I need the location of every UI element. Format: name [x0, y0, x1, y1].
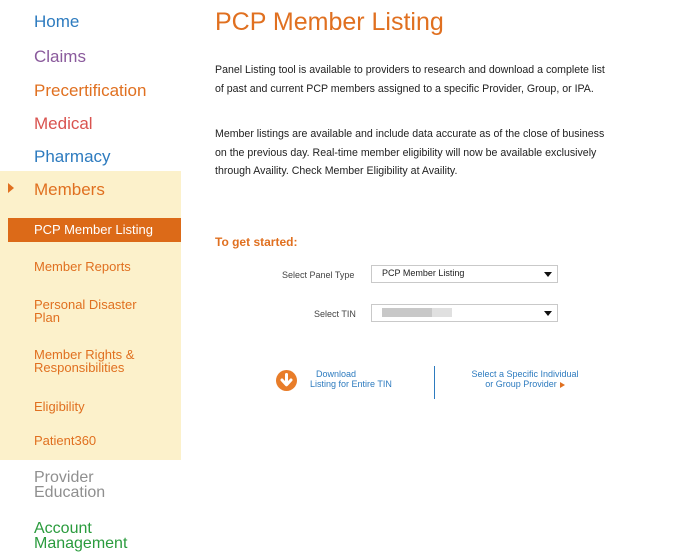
nav-provider-education[interactable]: Provider Education [34, 469, 106, 501]
get-started-heading: To get started: [215, 235, 298, 249]
tin-value-redacted [382, 308, 452, 317]
nav-pharmacy[interactable]: Pharmacy [34, 147, 111, 167]
paragraph-line: on the previous day. Real-time member el… [215, 146, 597, 159]
download-circle-icon[interactable] [276, 370, 297, 391]
nav-label-line1: Provider [34, 469, 94, 486]
paragraph-line: of past and current PCP members assigned… [215, 82, 594, 95]
sidebar-item-patient360[interactable]: Patient360 [34, 434, 96, 447]
nav-members[interactable]: Members [34, 180, 105, 200]
select-provider-line2: or Group Provider [452, 379, 598, 389]
download-listing-link[interactable]: Download Listing for Entire TIN [310, 369, 392, 389]
nav-label-line2: Education [34, 484, 106, 501]
paragraph-line: Panel Listing tool is available to provi… [215, 64, 605, 76]
select-provider-line2-text: or Group Provider [485, 379, 557, 389]
select-provider-link[interactable]: Select a Specific Individual or Group Pr… [452, 369, 598, 389]
sidebar-item-pcp-member-listing[interactable]: PCP Member Listing [8, 218, 181, 242]
panel-type-label: Select Panel Type [282, 270, 355, 280]
tin-label: Select TIN [314, 309, 356, 319]
page-title: PCP Member Listing [215, 8, 444, 36]
paragraph-line: through Availity. Check Member Eligibili… [215, 165, 458, 177]
triangle-right-icon [8, 183, 14, 193]
eligibility-paragraph: Member listings are available and includ… [215, 125, 689, 181]
nav-label-line1: Account [34, 520, 92, 537]
sidebar-item-eligibility[interactable]: Eligibility [34, 400, 85, 413]
download-label-line2: Listing for Entire TIN [310, 379, 392, 389]
sidebar-item-label-line2: Plan [34, 310, 61, 325]
nav-precertification[interactable]: Precertification [34, 81, 146, 101]
sidebar-item-member-rights[interactable]: Member Rights & Responsibilities [34, 348, 134, 374]
nav-label-line2: Management [34, 535, 128, 552]
triangle-right-icon [559, 381, 565, 388]
intro-paragraph: Panel Listing tool is available to provi… [215, 61, 689, 98]
nav-claims[interactable]: Claims [34, 47, 86, 67]
sidebar-item-label: PCP Member Listing [34, 222, 153, 237]
paragraph-line: Member listings are available and includ… [215, 128, 605, 140]
nav-home[interactable]: Home [34, 12, 79, 32]
vertical-divider [434, 366, 435, 399]
panel-type-value: PCP Member Listing [382, 268, 465, 278]
chevron-down-icon [544, 311, 552, 316]
sidebar-item-personal-disaster-plan[interactable]: Personal Disaster Plan [34, 298, 137, 324]
nav-medical[interactable]: Medical [34, 114, 93, 134]
chevron-down-icon [544, 272, 552, 277]
panel-type-select[interactable]: PCP Member Listing [371, 265, 558, 283]
tin-select[interactable] [371, 304, 558, 322]
nav-account-management[interactable]: Account Management [34, 520, 128, 552]
download-label-line1: Download [316, 369, 357, 379]
select-provider-line1: Select a Specific Individual [471, 369, 579, 379]
sidebar-item-label-line2: Responsibilities [34, 360, 125, 375]
sidebar-item-member-reports[interactable]: Member Reports [34, 260, 131, 273]
